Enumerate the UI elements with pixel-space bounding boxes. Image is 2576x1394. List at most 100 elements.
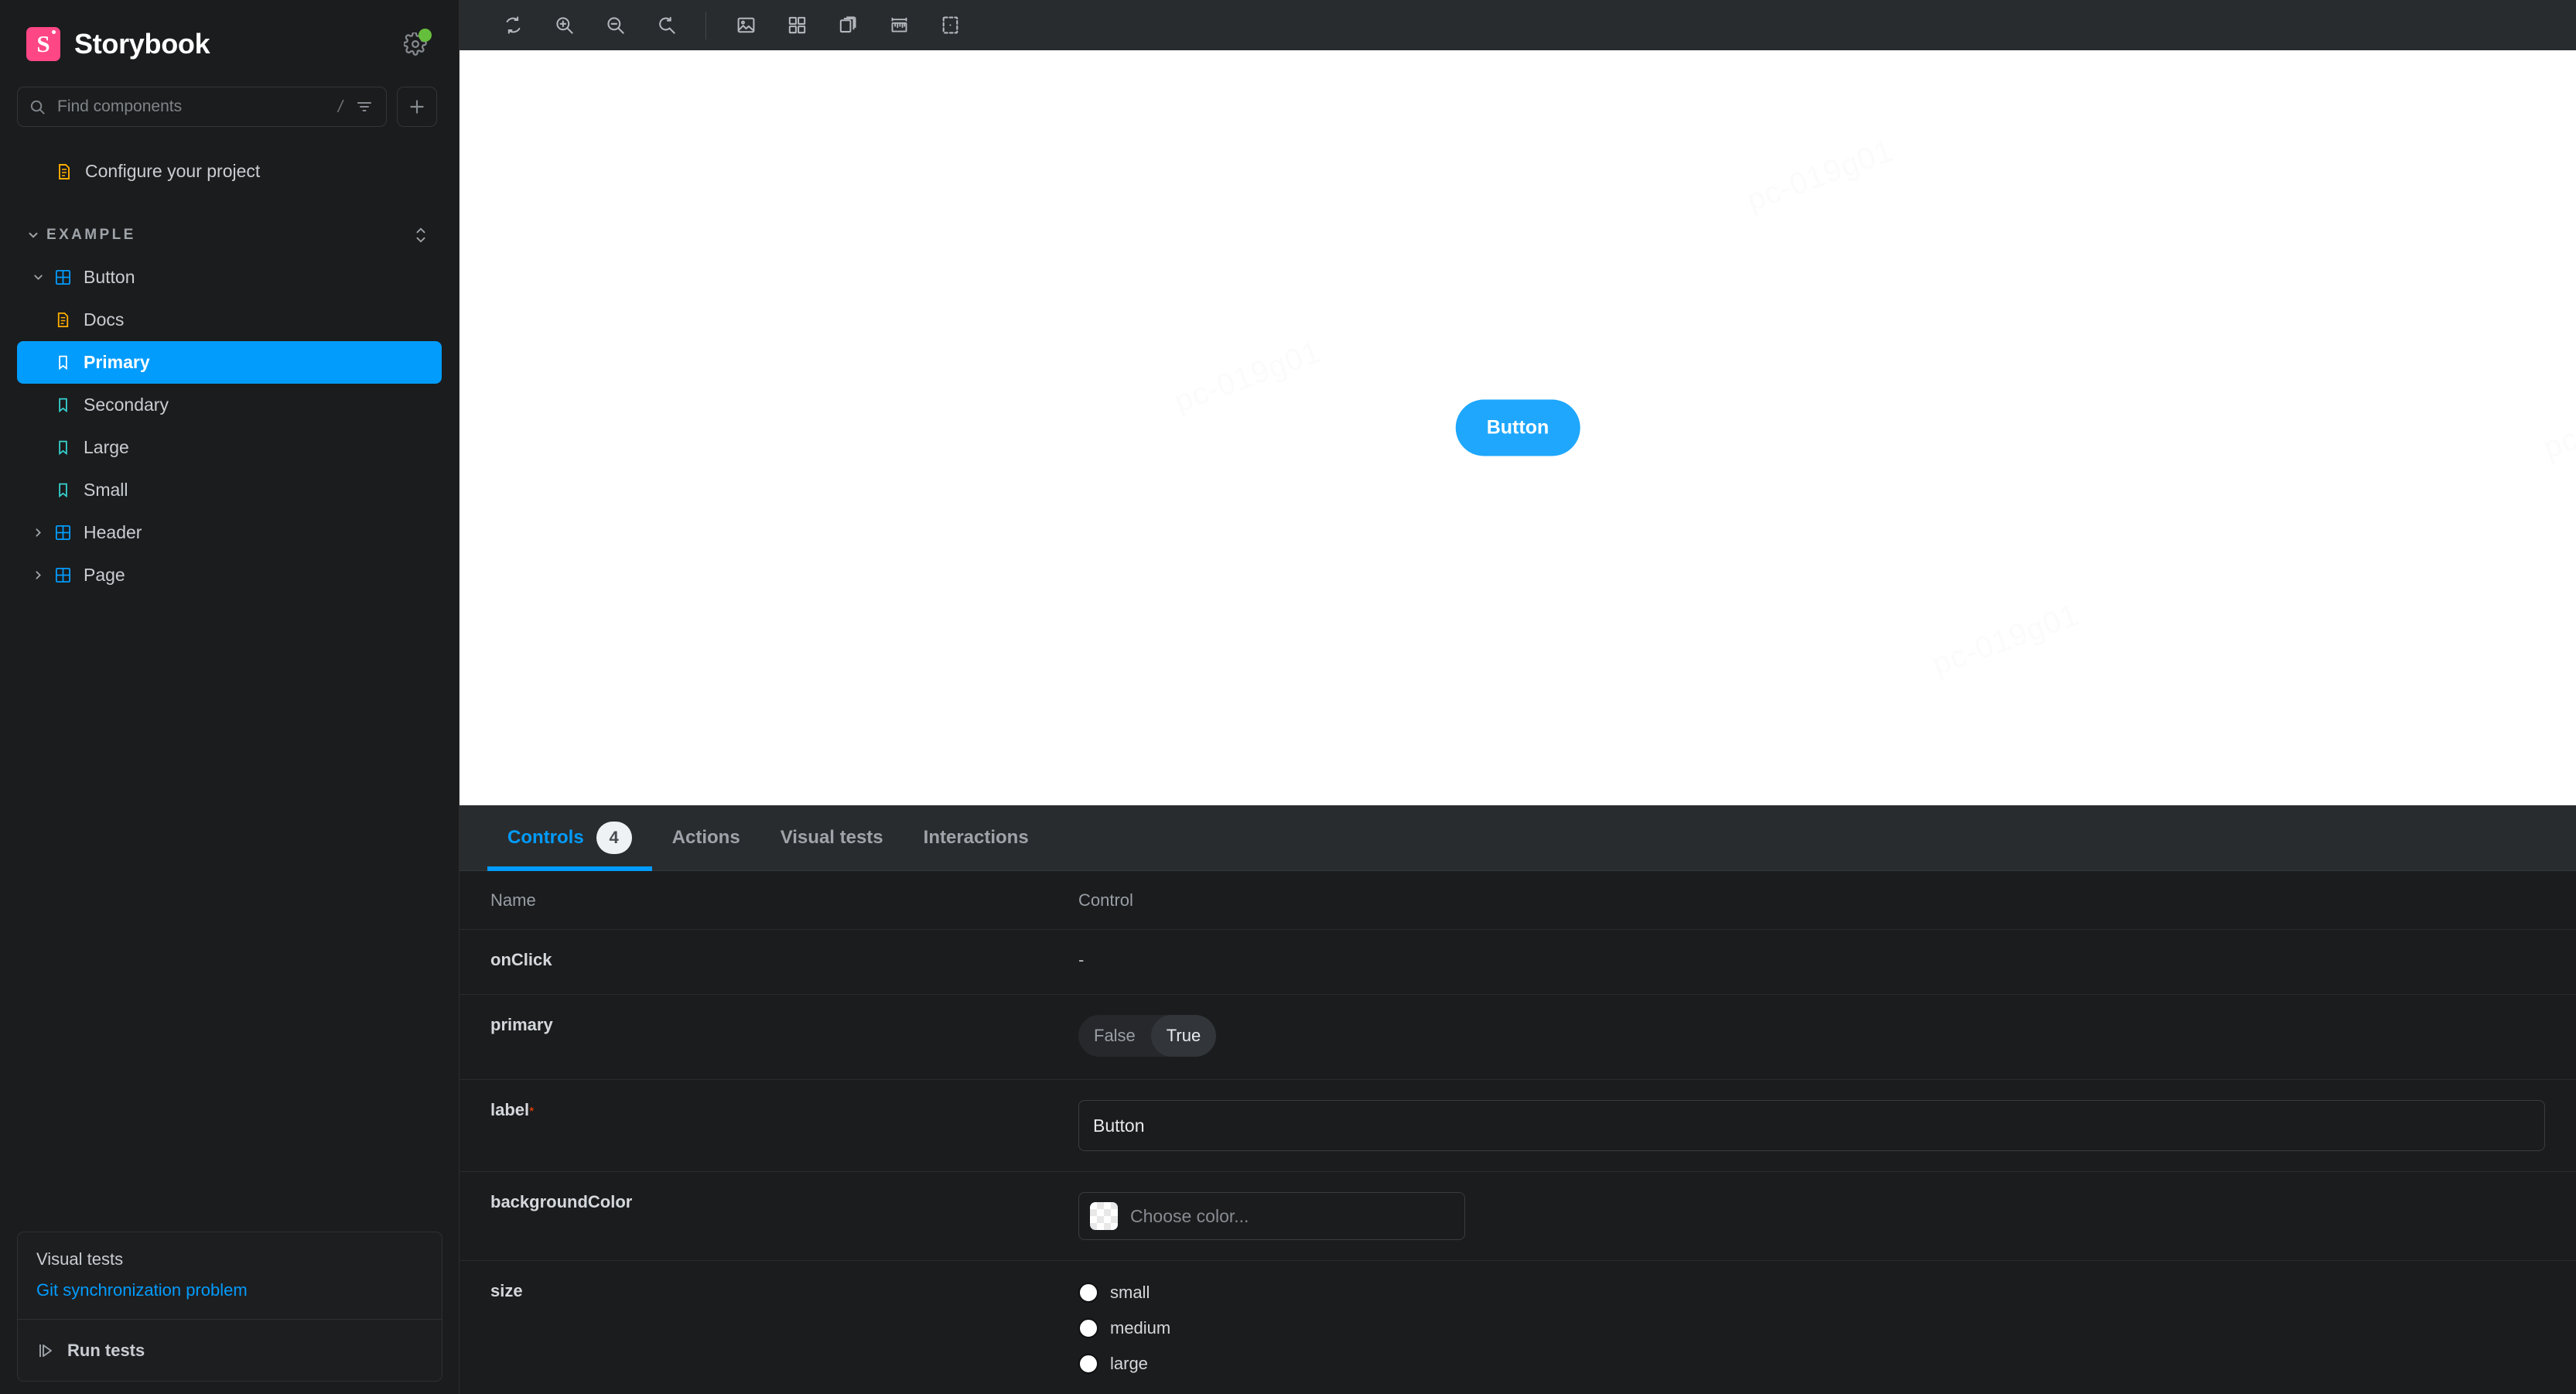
chevron-down-icon	[26, 271, 50, 284]
boolean-option-false[interactable]: False	[1078, 1015, 1151, 1057]
color-picker-input[interactable]: Choose color...	[1078, 1192, 1465, 1240]
settings-status-dot	[419, 29, 432, 42]
control-cell: Choose color...	[1078, 1192, 2576, 1240]
control-label: backgroundColor	[490, 1192, 633, 1211]
control-name-cell: primary	[460, 1015, 1078, 1035]
filter-icon[interactable]	[355, 97, 374, 116]
sidebar-item-primary[interactable]: Primary	[17, 341, 442, 384]
radio-icon	[1078, 1283, 1098, 1303]
control-name-cell: label*	[460, 1100, 1078, 1120]
sidebar: S Storybook Find components / Configure …	[0, 0, 460, 1394]
search-placeholder: Find components	[57, 97, 183, 115]
visual-tests-status-link[interactable]: Git synchronization problem	[36, 1280, 423, 1300]
radio-option-medium[interactable]: medium	[1078, 1318, 2545, 1338]
tab-interactions[interactable]: Interactions	[904, 805, 1049, 870]
control-cell	[1078, 1100, 2576, 1151]
remount-button[interactable]	[487, 2, 538, 50]
tab-visual-tests[interactable]: Visual tests	[760, 805, 904, 870]
table-row: size small medium large	[460, 1261, 2576, 1394]
radio-option-small[interactable]: small	[1078, 1283, 2545, 1303]
run-tests-button[interactable]: Run tests	[18, 1319, 442, 1381]
zoom-in-button[interactable]	[538, 2, 589, 50]
sidebar-item-docs[interactable]: Docs	[17, 299, 442, 341]
zoom-out-button[interactable]	[589, 2, 641, 50]
settings-button[interactable]	[398, 27, 432, 61]
story-icon	[50, 354, 76, 371]
control-label: primary	[490, 1015, 553, 1034]
addon-panel: Controls 4 Actions Visual tests Interact…	[460, 805, 2576, 1394]
controls-count-badge: 4	[596, 822, 632, 854]
control-cell: -	[1078, 950, 2576, 970]
storybook-logo-icon[interactable]: S	[26, 27, 60, 61]
sidebar-item-label: Configure your project	[85, 161, 261, 181]
radio-option-large[interactable]: large	[1078, 1354, 2545, 1374]
control-label: onClick	[490, 950, 552, 969]
boolean-option-true[interactable]: True	[1150, 1015, 1217, 1057]
sidebar-item-label: Page	[84, 565, 125, 585]
zoom-reset-button[interactable]	[641, 2, 692, 50]
backgrounds-icon	[737, 17, 754, 33]
storybook-app: S Storybook Find components / Configure …	[0, 0, 2576, 1394]
grid-icon	[788, 16, 805, 34]
sidebar-item-button[interactable]: Button	[17, 256, 442, 299]
sidebar-item-secondary[interactable]: Secondary	[17, 384, 442, 426]
outline-icon	[942, 16, 958, 34]
sidebar-item-label: Header	[84, 522, 142, 542]
zoom-in-icon	[555, 17, 573, 34]
backgrounds-button[interactable]	[720, 2, 771, 50]
search-icon	[29, 98, 46, 116]
radio-label: medium	[1110, 1318, 1171, 1338]
chevron-right-icon	[26, 569, 50, 582]
color-placeholder: Choose color...	[1130, 1205, 1249, 1226]
tab-actions[interactable]: Actions	[652, 805, 760, 870]
watermark: pc-019g01	[1742, 133, 1898, 218]
sidebar-tree: Configure your project EXAMPLE Button Do…	[0, 127, 459, 1394]
plus-icon	[410, 100, 424, 114]
viewport-icon	[839, 16, 856, 33]
controls-table-header: Name Control	[460, 871, 2576, 930]
search-shortcut-hint: /	[337, 97, 343, 116]
col-header-control: Control	[1078, 890, 1133, 910]
preview-toolbar	[460, 0, 2576, 50]
boolean-toggle[interactable]: False True	[1078, 1015, 1217, 1057]
component-icon	[50, 268, 76, 286]
play-icon	[39, 1344, 52, 1357]
sidebar-item-page[interactable]: Page	[17, 554, 442, 596]
run-tests-label: Run tests	[67, 1340, 145, 1360]
sidebar-item-header[interactable]: Header	[17, 511, 442, 554]
story-icon	[50, 439, 76, 456]
grid-button[interactable]	[771, 2, 822, 50]
control-name-cell: backgroundColor	[460, 1192, 1078, 1212]
watermark: pc-019g01	[1170, 334, 1326, 419]
logo-tick	[52, 30, 56, 34]
sidebar-search-row: Find components /	[0, 68, 459, 127]
tab-label: Controls	[507, 827, 584, 848]
brand-title: Storybook	[74, 28, 210, 60]
control-label: size	[490, 1281, 523, 1300]
outline-button[interactable]	[924, 2, 975, 50]
story-icon	[50, 482, 76, 498]
component-icon	[50, 524, 76, 542]
document-icon	[50, 311, 76, 329]
measure-button[interactable]	[873, 2, 924, 50]
tab-controls[interactable]: Controls 4	[487, 805, 652, 871]
table-row: backgroundColor Choose color...	[460, 1172, 2576, 1261]
sidebar-group-example[interactable]: EXAMPLE	[17, 214, 442, 256]
color-swatch-icon[interactable]	[1090, 1202, 1118, 1230]
viewport-button[interactable]	[822, 2, 873, 50]
tab-label: Interactions	[923, 827, 1029, 848]
control-cell: False True	[1078, 1015, 2576, 1057]
sidebar-item-configure-your-project[interactable]: Configure your project	[17, 150, 442, 193]
label-text-input[interactable]	[1078, 1100, 2545, 1151]
col-header-name-cell: Name	[460, 890, 1078, 911]
expand-all-icon[interactable]	[412, 224, 429, 247]
sidebar-item-small[interactable]: Small	[17, 469, 442, 511]
search-input[interactable]: Find components /	[17, 87, 387, 127]
preview-button[interactable]: Button	[1455, 399, 1580, 456]
remount-icon	[506, 16, 520, 34]
radio-label: large	[1110, 1354, 1148, 1373]
chevron-right-icon	[26, 526, 50, 539]
sidebar-item-large[interactable]: Large	[17, 426, 442, 469]
toolbar-divider	[705, 11, 706, 39]
add-component-button[interactable]	[397, 87, 437, 127]
